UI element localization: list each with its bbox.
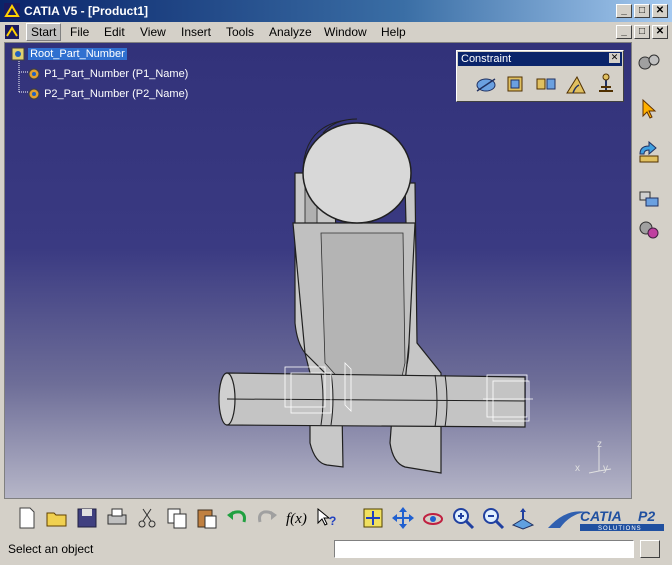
tree-p1-label: P1_Part_Number (P1_Name)	[44, 67, 189, 80]
fix-component-icon[interactable]	[593, 71, 619, 97]
tree-node-p1[interactable]: P1_Part_Number (P1_Name)	[27, 67, 188, 81]
update-icon[interactable]	[636, 140, 662, 166]
angle-constraint-icon[interactable]	[563, 71, 589, 97]
status-message: Select an object	[8, 542, 94, 556]
constraint-close-button[interactable]: ✕	[609, 53, 620, 63]
whats-this-icon[interactable]: ?	[314, 505, 340, 531]
pan-icon[interactable]	[390, 505, 416, 531]
menu-view[interactable]: View	[140, 25, 166, 39]
zoom-in-icon[interactable]	[450, 505, 476, 531]
command-list-button[interactable]	[640, 540, 660, 558]
menu-window[interactable]: Window	[324, 25, 367, 39]
doc-minimize-button[interactable]: _	[616, 25, 632, 39]
right-toolbar	[634, 50, 666, 250]
coincidence-constraint-icon[interactable]	[473, 71, 499, 97]
constraint-toolbar-title[interactable]: Constraint	[458, 52, 622, 66]
catia-p2-logo: CATIA P2 SOLUTIONS	[548, 508, 664, 532]
open-folder-icon[interactable]	[44, 505, 70, 531]
window-title: CATIA V5 - [Product1]	[24, 4, 149, 18]
formula-icon[interactable]: f(x)	[284, 505, 310, 531]
title-bar: CATIA V5 - [Product1] _ □ ✕	[0, 0, 672, 22]
cut-icon[interactable]	[134, 505, 160, 531]
constraint-toolbar[interactable]: Constraint ✕	[456, 50, 624, 102]
menu-edit[interactable]: Edit	[104, 25, 125, 39]
menu-tools[interactable]: Tools	[226, 25, 254, 39]
manipulation-icon[interactable]	[636, 186, 662, 212]
doc-restore-button[interactable]: □	[634, 25, 650, 39]
maximize-button[interactable]: □	[634, 4, 650, 18]
part-icon	[28, 88, 40, 100]
svg-text:?: ?	[329, 514, 336, 528]
tree-node-p2[interactable]: P2_Part_Number (P2_Name)	[27, 87, 188, 101]
brand-version: P2	[638, 508, 655, 524]
assembly-model[interactable]	[5, 43, 632, 499]
contact-constraint-icon[interactable]	[503, 71, 529, 97]
snap-icon[interactable]	[636, 216, 662, 242]
rotate-icon[interactable]	[420, 505, 446, 531]
status-bar: Select an object	[0, 538, 672, 560]
menu-bar: Start File Edit View Insert Tools Analyz…	[0, 22, 672, 42]
gear-assembly-icon[interactable]	[636, 50, 662, 76]
compass-z-label: z	[597, 439, 602, 450]
doc-close-button[interactable]: ✕	[652, 25, 668, 39]
redo-icon[interactable]	[254, 505, 280, 531]
print-icon[interactable]	[104, 505, 130, 531]
save-icon[interactable]	[74, 505, 100, 531]
document-icon[interactable]	[4, 24, 20, 40]
compass-x-label: x	[575, 463, 580, 474]
part-icon	[28, 68, 40, 80]
minimize-button[interactable]: _	[616, 4, 632, 18]
menu-analyze[interactable]: Analyze	[269, 25, 312, 39]
menu-file[interactable]: File	[70, 25, 89, 39]
menu-start[interactable]: Start	[26, 23, 62, 41]
svg-text:f(x): f(x)	[286, 511, 307, 527]
standard-toolbar: f(x) ? CATIA P2 SOLUTIONS	[4, 502, 668, 534]
tree-node-root[interactable]: Root_Part_Number	[11, 47, 127, 61]
menu-insert[interactable]: Insert	[181, 25, 211, 39]
3d-viewport[interactable]: Root_Part_Number P1_Part_Number (P1_Name…	[4, 42, 632, 499]
close-button[interactable]: ✕	[652, 4, 668, 18]
catia-app-icon[interactable]	[4, 3, 20, 19]
brand-tagline: SOLUTIONS	[598, 526, 642, 532]
product-icon	[11, 47, 25, 61]
offset-constraint-icon[interactable]	[533, 71, 559, 97]
tree-root-label: Root_Part_Number	[28, 47, 127, 60]
normal-view-icon[interactable]	[510, 505, 536, 531]
menu-help[interactable]: Help	[381, 25, 406, 39]
copy-icon[interactable]	[164, 505, 190, 531]
tree-p2-label: P2_Part_Number (P2_Name)	[44, 87, 189, 100]
compass-y-label: y	[603, 463, 608, 474]
command-input[interactable]	[334, 540, 634, 558]
new-document-icon[interactable]	[14, 505, 40, 531]
brand-name: CATIA	[580, 508, 622, 524]
fit-all-icon[interactable]	[360, 505, 386, 531]
paste-icon[interactable]	[194, 505, 220, 531]
undo-icon[interactable]	[224, 505, 250, 531]
select-arrow-icon[interactable]	[636, 96, 662, 122]
zoom-out-icon[interactable]	[480, 505, 506, 531]
